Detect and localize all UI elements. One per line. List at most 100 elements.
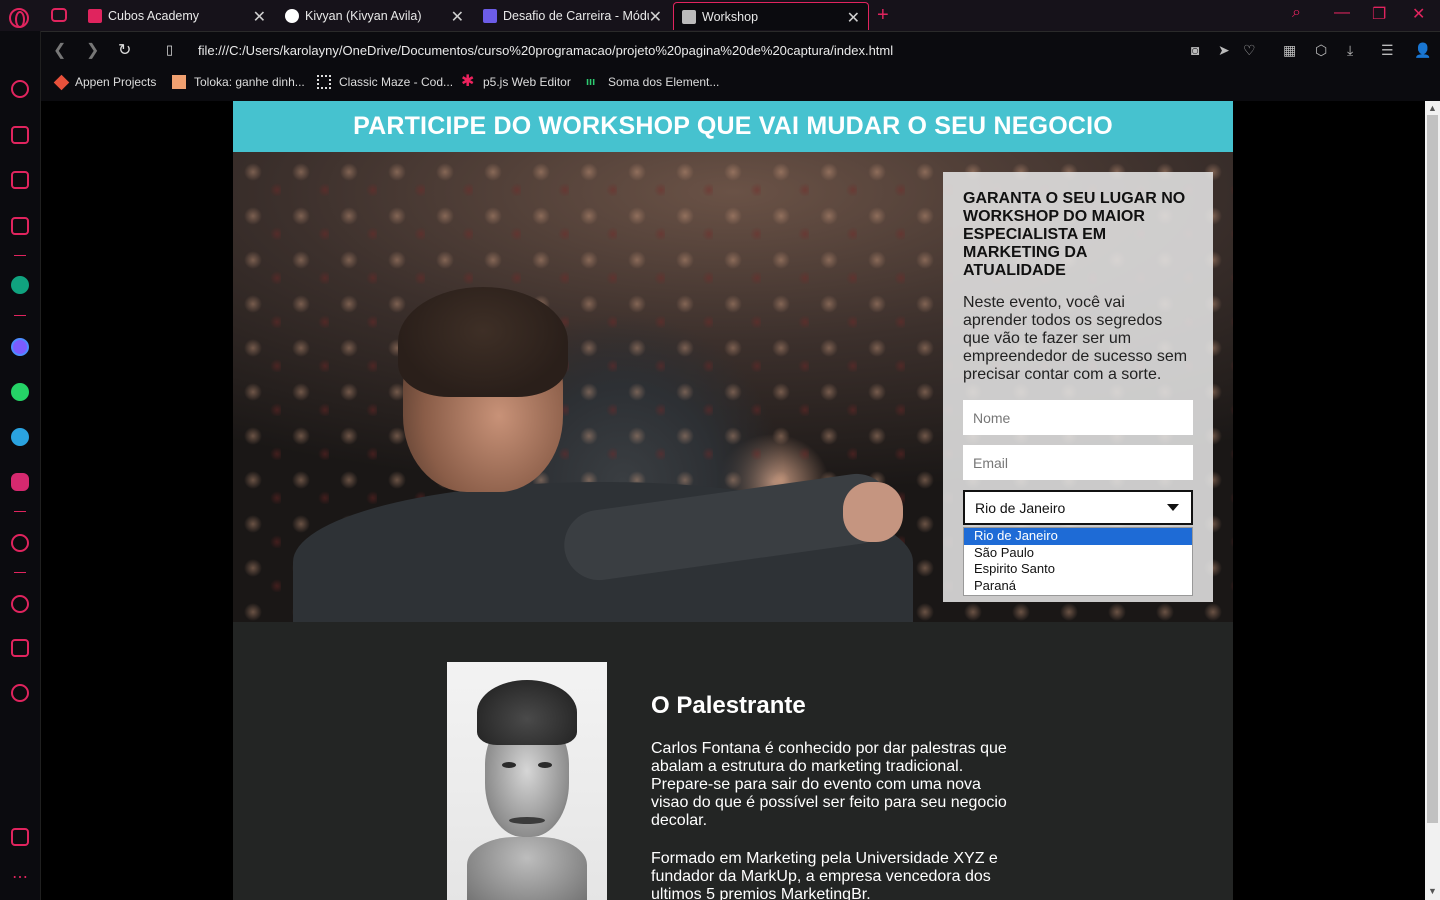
bookmark-label: Classic Maze - Cod... <box>339 75 454 89</box>
speaker-hand <box>843 482 903 542</box>
new-tab-icon[interactable]: + <box>877 4 889 27</box>
bookmark-toloka[interactable]: Toloka: ganhe dinh... <box>172 75 305 89</box>
tab-cubos-academy[interactable]: Cubos Academy ✕ <box>80 2 274 30</box>
messenger-icon[interactable] <box>11 338 29 356</box>
signup-form: GARANTA O SEU LUGAR NO WORKSHOP DO MAIOR… <box>943 172 1213 602</box>
close-tab-icon[interactable]: ✕ <box>451 7 464 27</box>
bookmarks-bar: Appen Projects Toloka: ganhe dinh... Cla… <box>41 69 1440 101</box>
portrait-hair <box>477 680 577 745</box>
address-bar: ❮ ❯ ↻ ▯ file:///C:/Users/karolayny/OneDr… <box>41 31 1440 69</box>
speaker-bio-paragraph: Formado em Marketing pela Universidade X… <box>651 850 998 900</box>
extensions-icon[interactable]: ▦ <box>1283 42 1296 59</box>
extensions-cube-icon[interactable] <box>11 639 29 657</box>
chatgpt-icon[interactable] <box>11 276 29 294</box>
speaker-heading: O Palestrante <box>651 692 806 719</box>
state-dropdown-list: Rio de Janeiro São Paulo Espirito Santo … <box>963 527 1193 596</box>
page-viewport: PARTICIPE DO WORKSHOP QUE VAI MUDAR O SE… <box>41 101 1425 900</box>
easy-setup-icon[interactable]: ☰ <box>1381 42 1394 59</box>
twitch-icon[interactable] <box>11 171 29 189</box>
appen-icon <box>53 74 70 90</box>
cube-icon[interactable]: ⬡ <box>1315 42 1327 59</box>
workspace-icon[interactable] <box>51 8 67 22</box>
state-option-rio-de-janeiro[interactable]: Rio de Janeiro <box>964 528 1192 545</box>
tab-github[interactable]: Kivyan (Kivyan Avila) ✕ <box>277 2 472 30</box>
tab-label: Workshop <box>702 9 759 24</box>
player-icon[interactable] <box>11 534 29 552</box>
portrait-eye <box>502 762 516 768</box>
state-select-value: Rio de Janeiro <box>975 499 1066 516</box>
heart-icon[interactable]: ♡ <box>1243 42 1256 59</box>
close-tab-icon[interactable]: ✕ <box>649 7 662 27</box>
state-option-parana[interactable]: Paraná <box>964 578 1192 595</box>
speaker-bio: Carlos Fontana é conhecido por dar pales… <box>651 740 1016 900</box>
portrait-mustache <box>509 817 545 824</box>
sidebar-divider <box>14 315 26 316</box>
whatsapp-icon[interactable] <box>11 383 29 401</box>
browser-sidebar: ⋯ <box>0 31 41 900</box>
scroll-thumb[interactable] <box>1427 115 1438 823</box>
camera-icon[interactable]: ◙ <box>1191 42 1199 58</box>
minimize-icon[interactable]: — <box>1334 4 1350 22</box>
history-icon[interactable] <box>11 595 29 613</box>
maze-icon <box>317 75 331 89</box>
bookmark-p5js[interactable]: ✱ p5.js Web Editor <box>461 73 571 90</box>
send-icon[interactable]: ➤ <box>1218 42 1230 59</box>
portrait-neck <box>467 837 587 900</box>
sidebar-divider <box>14 511 26 512</box>
close-tab-icon[interactable]: ✕ <box>253 7 266 27</box>
state-option-sao-paulo[interactable]: São Paulo <box>964 545 1192 562</box>
chevron-down-icon <box>1167 504 1179 511</box>
top-banner: PARTICIPE DO WORKSHOP QUE VAI MUDAR O SE… <box>233 101 1233 152</box>
scroll-down-icon[interactable]: ▼ <box>1428 886 1437 896</box>
close-window-icon[interactable]: ✕ <box>1412 4 1425 24</box>
close-tab-icon[interactable]: ✕ <box>847 8 860 28</box>
state-select[interactable]: Rio de Janeiro <box>963 490 1193 525</box>
telegram-icon[interactable] <box>11 428 29 446</box>
cpu-icon[interactable] <box>11 217 29 235</box>
url-field[interactable]: file:///C:/Users/karolayny/OneDrive/Docu… <box>198 43 893 58</box>
settings-gear-icon[interactable] <box>11 684 29 702</box>
tab-desafio[interactable]: Desafio de Carreira - Módu ✕ <box>475 2 670 30</box>
gallery-icon[interactable] <box>11 828 29 846</box>
instagram-icon[interactable] <box>11 473 29 491</box>
search-tabs-icon[interactable]: ⌕ <box>1292 4 1301 22</box>
hero-section: GARANTA O SEU LUGAR NO WORKSHOP DO MAIOR… <box>233 152 1233 622</box>
speaker-hair <box>398 287 568 397</box>
form-title: GARANTA O SEU LUGAR NO WORKSHOP DO MAIOR… <box>963 190 1186 279</box>
profile-icon[interactable]: 👤 <box>1414 42 1431 59</box>
shopping-bag-icon[interactable] <box>11 126 29 144</box>
page-scrollbar[interactable]: ▲ ▼ <box>1425 101 1440 900</box>
name-input[interactable]: Nome <box>963 400 1193 435</box>
speaker-portrait <box>447 662 607 900</box>
bookmark-label: Toloka: ganhe dinh... <box>194 75 305 89</box>
form-description: Neste evento, você vai aprender todos os… <box>963 294 1188 383</box>
scroll-up-icon[interactable]: ▲ <box>1428 103 1437 113</box>
reload-icon[interactable]: ↻ <box>118 40 131 60</box>
back-icon[interactable]: ❮ <box>53 40 66 60</box>
list-favicon-icon <box>483 9 497 23</box>
bookmark-soma[interactable]: ııı Soma dos Element... <box>586 75 719 89</box>
github-favicon-icon <box>285 9 299 23</box>
more-icon[interactable]: ⋯ <box>11 869 29 887</box>
opera-menu-icon[interactable] <box>9 8 29 28</box>
sidebar-divider <box>14 572 26 573</box>
speaker-section: O Palestrante Carlos Fontana é conhecido… <box>233 622 1233 900</box>
bookmark-appen[interactable]: Appen Projects <box>53 74 157 90</box>
bookmark-classic-maze[interactable]: Classic Maze - Cod... <box>317 75 453 89</box>
state-option-espirito-santo[interactable]: Espirito Santo <box>964 561 1192 578</box>
file-icon: ▯ <box>166 42 174 57</box>
forward-icon[interactable]: ❯ <box>86 40 99 60</box>
email-input[interactable]: Email <box>963 445 1193 480</box>
bookmark-label: Appen Projects <box>75 75 157 89</box>
workshop-page: PARTICIPE DO WORKSHOP QUE VAI MUDAR O SE… <box>233 101 1233 900</box>
tab-label: Desafio de Carreira - Módu <box>503 9 649 23</box>
portrait-eye <box>538 762 552 768</box>
speed-dial-icon[interactable] <box>11 80 29 98</box>
cubos-favicon-icon <box>88 9 102 23</box>
p5js-star-icon: ✱ <box>461 73 475 90</box>
bookmark-label: Soma dos Element... <box>608 75 720 89</box>
tab-workshop[interactable]: Workshop ✕ <box>673 2 869 30</box>
download-icon[interactable]: ⤓ <box>1347 42 1353 59</box>
tab-bar: Cubos Academy ✕ Kivyan (Kivyan Avila) ✕ … <box>0 0 1440 31</box>
restore-icon[interactable]: ❐ <box>1372 4 1386 24</box>
